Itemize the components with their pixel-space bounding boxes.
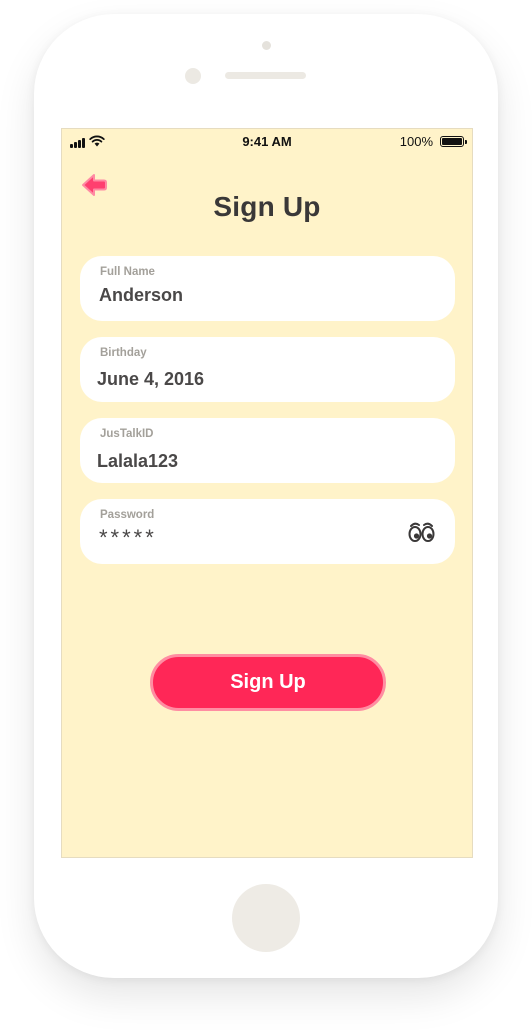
phone-speaker — [225, 72, 306, 79]
phone-sensor — [185, 68, 201, 84]
full-name-value[interactable]: Anderson — [99, 285, 183, 306]
full-name-label: Full Name — [100, 266, 155, 278]
birthday-label: Birthday — [100, 347, 147, 359]
page-title: Sign Up — [213, 191, 321, 222]
home-button[interactable] — [232, 884, 300, 952]
justalk-id-value[interactable]: Lalala123 — [97, 451, 178, 472]
battery-icon — [440, 136, 464, 147]
birthday-value[interactable]: June 4, 2016 — [97, 369, 204, 390]
battery-percentage: 100% — [399, 134, 433, 149]
status-bar: 9:41 AM 100% — [62, 129, 472, 155]
app-screen: 9:41 AM 100% Sign Up Full Name Anderson … — [61, 128, 473, 858]
sign-up-button[interactable]: Sign Up — [150, 654, 386, 711]
birthday-field[interactable]: Birthday June 4, 2016 — [80, 337, 455, 402]
password-value[interactable]: ***** — [99, 525, 157, 551]
full-name-field[interactable]: Full Name Anderson — [80, 256, 455, 321]
phone-camera — [262, 41, 271, 50]
password-label: Password — [100, 509, 155, 521]
justalk-id-field[interactable]: JusTalkID Lalala123 — [80, 418, 455, 483]
justalk-id-label: JusTalkID — [100, 428, 154, 440]
password-field[interactable]: Password ***** — [80, 499, 455, 564]
battery-tip — [465, 140, 467, 144]
eye-icon[interactable] — [407, 519, 437, 545]
